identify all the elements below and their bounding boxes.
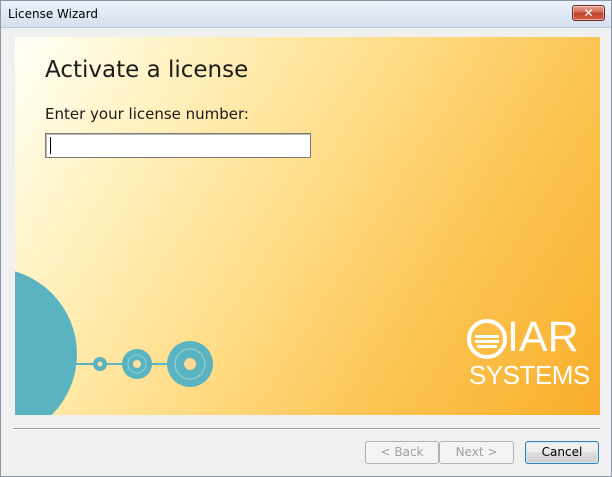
logo-name: IAR — [507, 313, 579, 361]
cancel-button[interactable]: Cancel — [525, 441, 599, 464]
license-number-label: Enter your license number: — [45, 105, 249, 123]
small-disc-hole-decoration — [97, 361, 103, 367]
large-disc-hole-decoration — [184, 358, 196, 370]
next-button[interactable]: Next > — [439, 441, 514, 464]
wizard-content-panel: Activate a license Enter your license nu… — [15, 37, 600, 415]
license-number-input[interactable] — [45, 133, 311, 158]
logo-subtitle: SYSTEMS — [469, 360, 590, 390]
large-teal-circle-decoration — [15, 271, 77, 415]
window-title: License Wizard — [8, 7, 98, 21]
title-bar[interactable]: License Wizard ✕ — [1, 1, 611, 28]
footer-separator — [13, 428, 600, 430]
iar-systems-logo: IAR SYSTEMS — [467, 313, 590, 395]
iar-logo-mark-icon — [467, 319, 507, 359]
back-button[interactable]: < Back — [365, 441, 439, 464]
page-title: Activate a license — [45, 57, 249, 83]
medium-disc-hole-decoration — [133, 360, 141, 368]
text-caret — [50, 137, 51, 154]
close-icon: ✕ — [583, 6, 594, 20]
close-button[interactable]: ✕ — [572, 5, 605, 21]
license-wizard-window: License Wizard ✕ Activate a license Ente… — [0, 0, 612, 477]
